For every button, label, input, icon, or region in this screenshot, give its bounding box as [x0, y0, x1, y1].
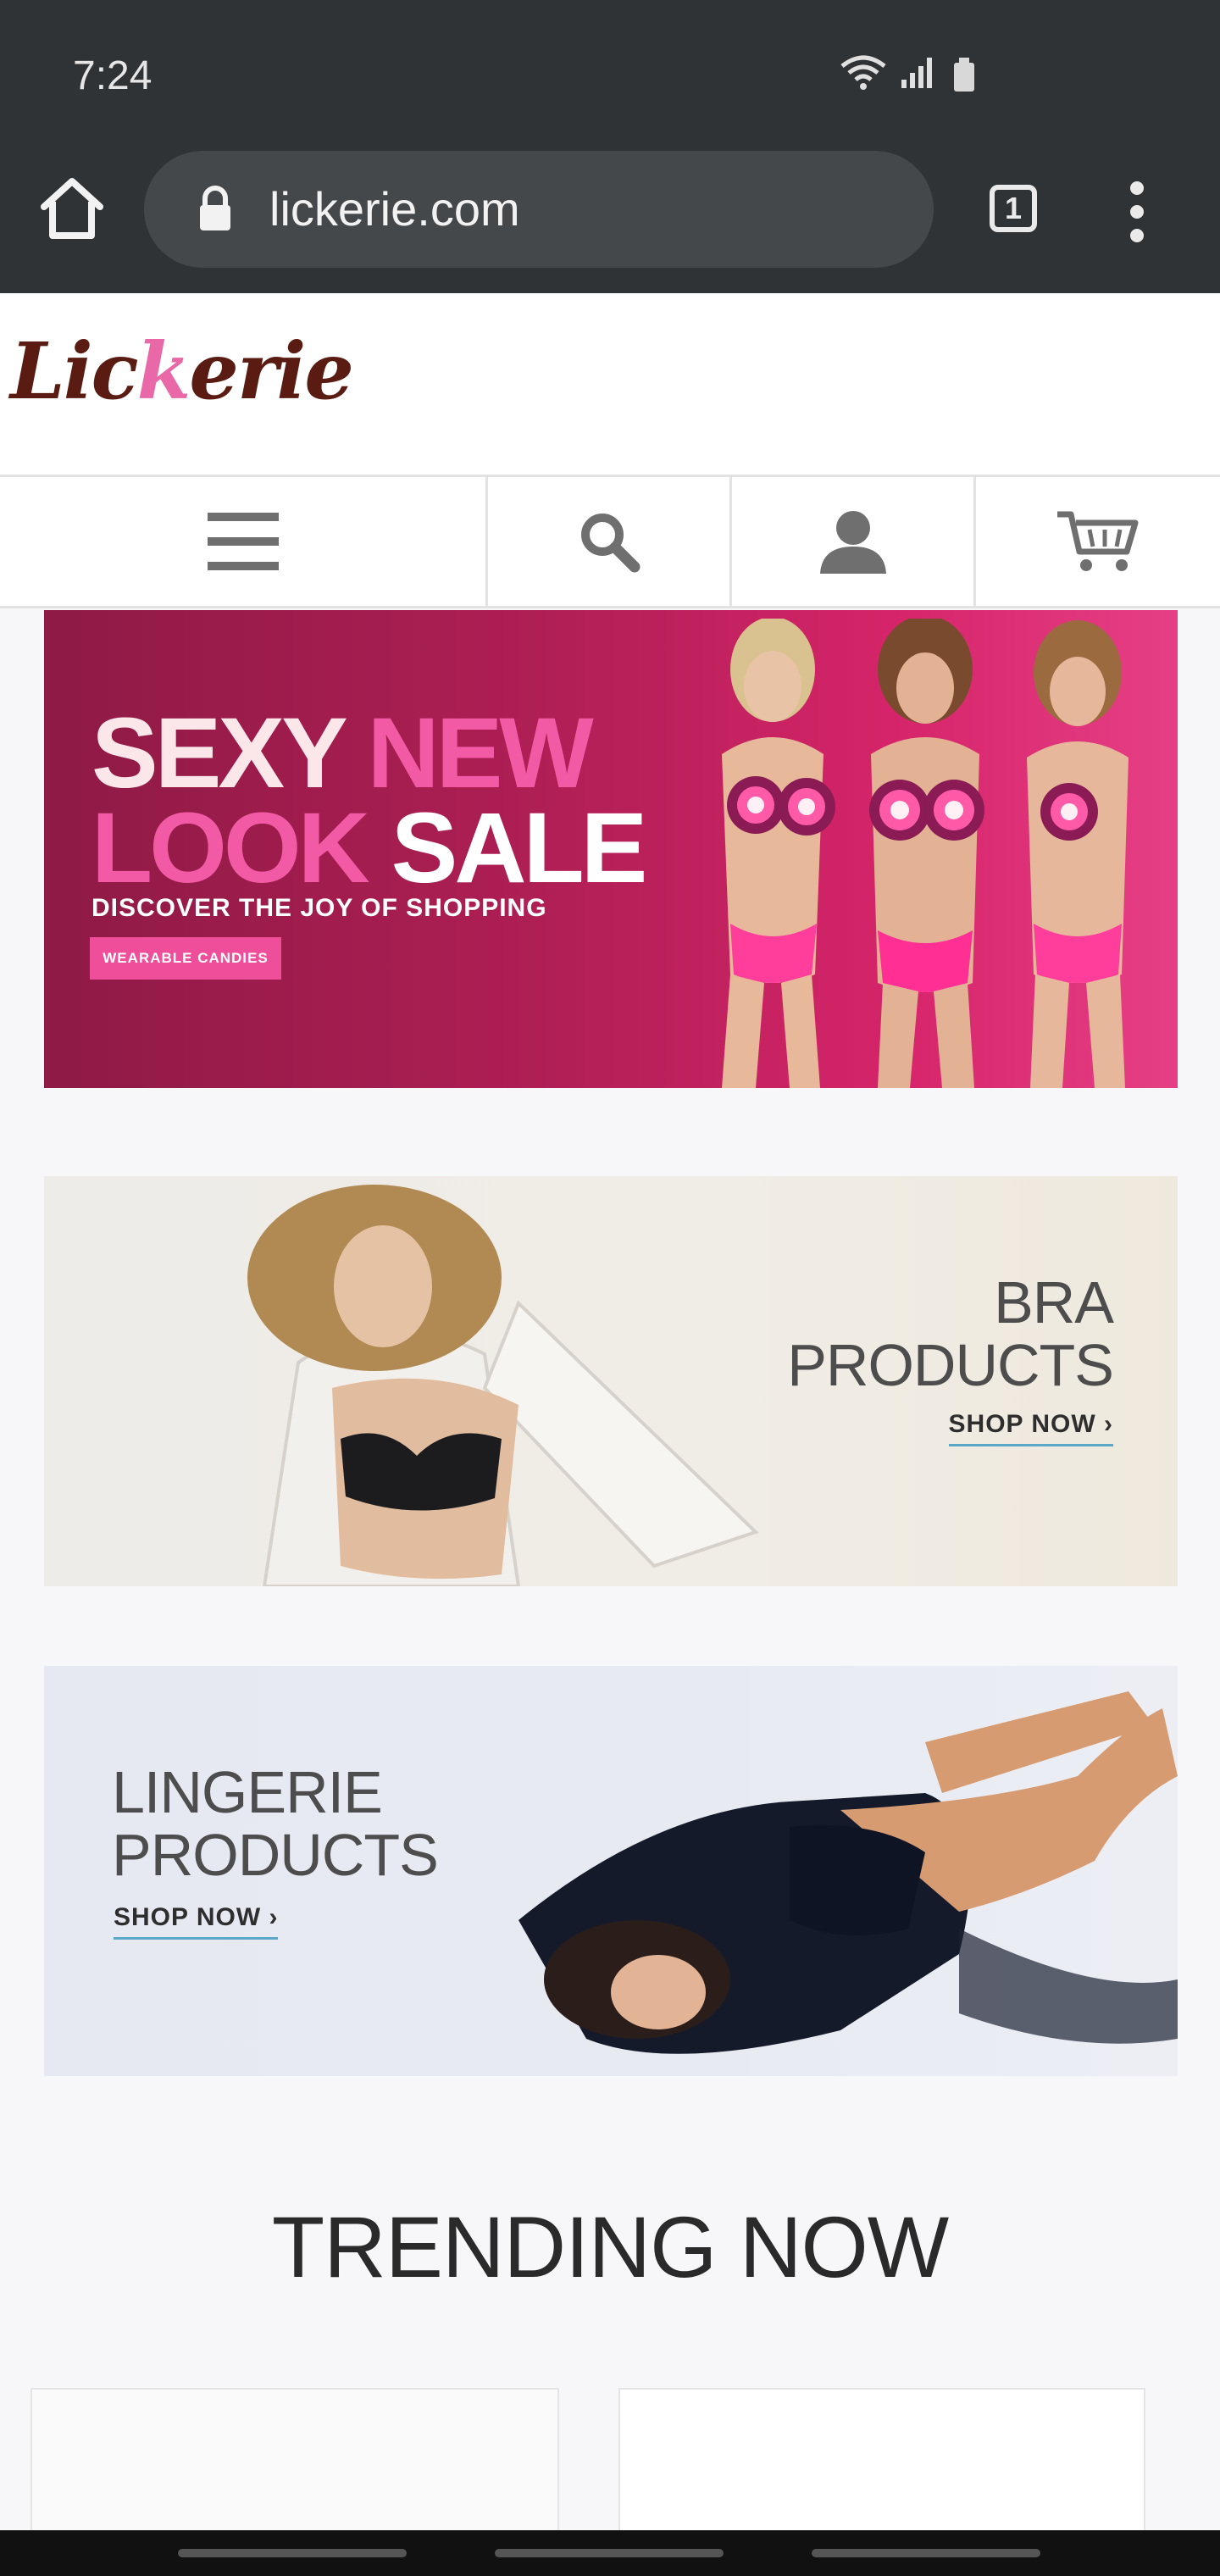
address-bar[interactable]: lickerie.com	[144, 151, 934, 268]
trending-heading: TRENDING NOW	[271, 2199, 949, 2296]
headline-word: SALE	[391, 792, 648, 904]
url-text[interactable]: lickerie.com	[269, 181, 520, 236]
lingerie-shop-now-link[interactable]: SHOP NOW ›	[114, 1903, 279, 1940]
banner-title-line: BRA	[994, 1269, 1114, 1335]
sale-tagline: DISCOVER THE JOY OF SHOPPING	[92, 894, 547, 922]
bra-products-banner[interactable]: BRA PRODUCTS SHOP NOW ›	[44, 1176, 1178, 1586]
lock-icon	[200, 186, 230, 230]
recents-button[interactable]	[178, 2549, 407, 2557]
site-header: Lickerie	[0, 293, 1220, 475]
menu-button[interactable]	[0, 477, 488, 606]
logo-text-part: Lic	[10, 325, 139, 417]
sale-headline-line1: SEXY NEW	[92, 703, 594, 803]
banner-title-line: LINGERIE	[112, 1759, 383, 1825]
home-gesture-button[interactable]	[495, 2549, 724, 2557]
sale-banner[interactable]: SEXY NEW LOOK SALE DISCOVER THE JOY OF S…	[44, 610, 1178, 1088]
cell-signal-icon	[901, 58, 932, 88]
hamburger-icon	[207, 513, 279, 570]
bra-model-image	[247, 1185, 759, 1586]
site-logo[interactable]: Lickerie	[10, 325, 354, 417]
sale-headline-line2: LOOK SALE	[92, 798, 647, 898]
home-icon[interactable]	[34, 169, 110, 246]
banner-title-line: PRODUCTS	[112, 1822, 439, 1888]
search-button[interactable]	[488, 477, 732, 606]
lingerie-products-banner[interactable]: LINGERIE PRODUCTS SHOP NOW ›	[44, 1666, 1178, 2076]
logo-text-accent: k	[136, 325, 191, 417]
wearable-candies-button[interactable]: WEARABLE CANDIES	[90, 937, 281, 980]
bra-shop-now-link[interactable]: SHOP NOW ›	[948, 1410, 1113, 1446]
user-icon	[819, 511, 886, 574]
account-button[interactable]	[732, 477, 976, 606]
tab-switcher-button[interactable]: 1	[990, 185, 1037, 232]
models-image	[722, 619, 1128, 1088]
bra-banner-title: BRA PRODUCTS	[787, 1269, 1114, 1398]
status-time: 7:24	[73, 53, 152, 98]
icon-nav-bar	[0, 475, 1220, 608]
cart-button[interactable]	[976, 477, 1220, 606]
search-icon	[580, 514, 640, 573]
overflow-menu-icon[interactable]	[1127, 180, 1147, 244]
headline-word: LOOK	[92, 792, 370, 904]
logo-text-part: erie	[189, 325, 353, 417]
banner-title-line: PRODUCTS	[787, 1332, 1114, 1398]
wifi-icon	[840, 55, 886, 90]
back-button[interactable]	[812, 2549, 1040, 2557]
lingerie-model-image	[518, 1691, 1178, 2054]
system-nav-bar	[0, 2530, 1220, 2576]
browser-chrome: 7:24 lickerie.com 1	[0, 0, 1220, 293]
battery-icon	[954, 58, 974, 92]
lingerie-banner-title: LINGERIE PRODUCTS	[112, 1759, 439, 1888]
cart-icon	[1057, 511, 1139, 571]
